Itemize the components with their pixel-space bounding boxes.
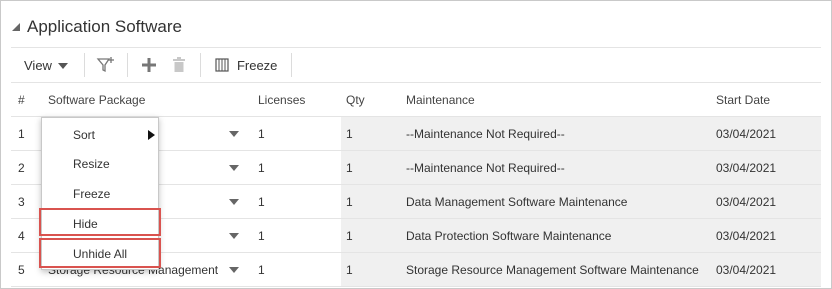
freeze-label: Freeze — [236, 57, 278, 73]
chevron-down-icon[interactable] — [229, 164, 239, 171]
toolbar: View Freeze — [11, 47, 821, 83]
column-header-qty[interactable]: Qty — [341, 93, 406, 107]
licenses-cell: 1 — [258, 194, 265, 209]
maintenance-cell: --Maintenance Not Required-- — [406, 160, 565, 175]
toolbar-divider — [126, 53, 128, 77]
trash-icon — [172, 57, 185, 72]
start-date-cell: 03/04/2021 — [716, 228, 777, 243]
start-date-cell: 03/04/2021 — [716, 160, 777, 175]
toolbar-divider — [83, 53, 85, 77]
licenses-cell: 1 — [258, 126, 265, 141]
menu-item-label: Hide — [73, 217, 98, 231]
chevron-down-icon — [57, 62, 68, 69]
column-header-maintenance[interactable]: Maintenance — [406, 93, 716, 107]
freeze-button[interactable]: Freeze — [207, 58, 285, 73]
row-number: 1 — [18, 126, 25, 141]
menu-item-label: Sort — [73, 128, 96, 142]
menu-item-hide[interactable]: Hide — [42, 209, 158, 239]
toolbar-divider — [199, 53, 201, 77]
chevron-down-icon[interactable] — [229, 232, 239, 239]
chevron-down-icon[interactable] — [229, 266, 239, 273]
view-menu-button[interactable]: View — [11, 48, 78, 82]
chevron-down-icon[interactable] — [229, 130, 239, 137]
collapse-triangle-icon[interactable] — [11, 22, 21, 32]
menu-item-label: Unhide All — [73, 247, 128, 261]
qty-cell: 1 — [346, 194, 353, 209]
licenses-cell: 1 — [258, 160, 265, 175]
row-number: 5 — [18, 262, 25, 277]
column-header-software-package[interactable]: Software Package — [43, 93, 253, 107]
maintenance-cell: Storage Resource Management Software Mai… — [406, 262, 699, 277]
plus-icon — [141, 58, 156, 72]
view-label: View — [24, 57, 52, 73]
column-header-licenses[interactable]: Licenses — [253, 93, 341, 107]
start-date-cell: 03/04/2021 — [716, 194, 777, 209]
delete-row-button[interactable] — [164, 50, 194, 80]
menu-item-sort[interactable]: Sort — [42, 120, 158, 150]
table-header: # Software Package Licenses Qty Maintena… — [11, 83, 821, 117]
add-row-button[interactable] — [134, 50, 164, 80]
panel-title: Application Software — [27, 17, 182, 36]
qty-cell: 1 — [346, 126, 353, 141]
row-number: 2 — [18, 160, 25, 175]
menu-item-unhide-all[interactable]: Unhide All — [42, 239, 158, 269]
toolbar-divider — [291, 53, 293, 77]
maintenance-cell: Data Management Software Maintenance — [406, 194, 628, 209]
licenses-cell: 1 — [258, 228, 265, 243]
menu-item-label: Freeze — [73, 187, 111, 201]
menu-item-resize[interactable]: Resize — [42, 149, 158, 179]
licenses-cell: 1 — [258, 262, 265, 277]
menu-item-label: Resize — [73, 157, 110, 171]
chevron-down-icon[interactable] — [229, 198, 239, 205]
filter-icon — [96, 57, 114, 73]
start-date-cell: 03/04/2021 — [716, 126, 777, 141]
column-header-number[interactable]: # — [11, 93, 43, 107]
maintenance-cell: Data Protection Software Maintenance — [406, 228, 612, 243]
qty-cell: 1 — [346, 160, 353, 175]
application-software-panel: Application Software View Freeze # Softw… — [0, 0, 832, 289]
column-context-menu: Sort Resize Freeze Hide Unhide All — [41, 117, 159, 270]
start-date-cell: 03/04/2021 — [716, 262, 777, 277]
panel-header[interactable]: Application Software — [11, 13, 182, 41]
menu-item-freeze[interactable]: Freeze — [42, 179, 158, 209]
qty-cell: 1 — [346, 228, 353, 243]
row-number: 3 — [18, 194, 25, 209]
qty-cell: 1 — [346, 262, 353, 277]
maintenance-cell: --Maintenance Not Required-- — [406, 126, 565, 141]
query-by-example-button[interactable] — [91, 50, 121, 80]
submenu-arrow-icon — [148, 130, 155, 140]
row-number: 4 — [18, 228, 25, 243]
freeze-columns-icon — [215, 58, 229, 72]
column-header-start-date[interactable]: Start Date — [716, 93, 821, 107]
